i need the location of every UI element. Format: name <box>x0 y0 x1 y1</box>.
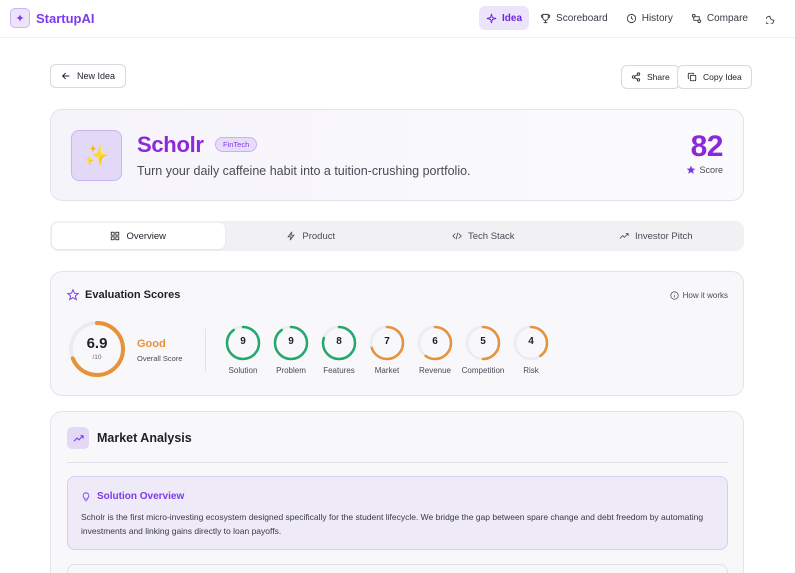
moon-icon <box>765 15 774 24</box>
metric-value: 5 <box>480 336 486 347</box>
trending-up-icon <box>67 427 89 449</box>
main-nav: Idea Scoreboard History Compare <box>479 6 783 30</box>
bolt-icon <box>287 231 296 241</box>
sparkles-icon <box>486 13 497 23</box>
nav-item-scoreboard[interactable]: Scoreboard <box>533 6 615 30</box>
idea-score-label: Score <box>699 165 723 175</box>
brand-name: StartupAI <box>36 10 95 26</box>
idea-hero-card: ✨ Scholr FinTech Turn your daily caffein… <box>50 109 744 201</box>
grid-icon <box>111 231 120 241</box>
top-navigation-bar: ✦ StartupAI Idea Scoreboard History Comp… <box>0 0 795 38</box>
share-icon <box>631 72 641 82</box>
idea-tabs: Overview Product Tech Stack Investor Pit… <box>50 221 744 251</box>
tab-tech-stack[interactable]: Tech Stack <box>397 223 570 249</box>
metric-value: 9 <box>240 336 246 347</box>
star-outline-icon <box>67 289 79 301</box>
idea-tagline: Turn your daily caffeine habit into a tu… <box>137 164 471 178</box>
nav-item-history[interactable]: History <box>619 6 680 30</box>
overall-rating-word: Good <box>137 338 166 350</box>
divider <box>205 329 206 371</box>
trophy-icon <box>540 13 551 23</box>
solution-overview-panel: Solution Overview Scholr is the first mi… <box>67 476 728 550</box>
star-icon <box>687 165 696 174</box>
category-badge: FinTech <box>215 137 258 152</box>
market-analysis-card: Market Analysis Solution Overview Scholr… <box>50 411 744 573</box>
solution-overview-title: Solution Overview <box>97 491 185 502</box>
copy-icon <box>687 72 697 82</box>
history-icon <box>626 13 636 23</box>
share-button[interactable]: Share <box>621 65 680 89</box>
idea-score: 82 Score <box>686 132 723 175</box>
overall-score-ring: 6.9 /10 <box>67 319 127 379</box>
sparkles-icon: ✦ <box>10 8 30 28</box>
idea-title: Scholr <box>137 132 204 157</box>
theme-toggle-button[interactable] <box>759 6 783 30</box>
next-section-card <box>67 564 728 573</box>
tab-investor-pitch[interactable]: Investor Pitch <box>570 223 743 249</box>
overall-score-label: Overall Score <box>137 354 183 363</box>
how-it-works-link[interactable]: How it works <box>670 291 728 300</box>
overall-score-value: 6.9 <box>86 335 108 352</box>
idea-score-value: 82 <box>690 130 724 163</box>
evaluation-header: Evaluation Scores <box>67 289 180 301</box>
evaluation-title: Evaluation Scores <box>85 289 181 301</box>
nav-item-idea[interactable]: Idea <box>479 6 530 30</box>
new-idea-button[interactable]: New Idea <box>50 64 127 88</box>
metric-label: Risk <box>523 366 539 375</box>
lightbulb-icon <box>82 491 90 501</box>
compare-icon <box>691 13 701 23</box>
metric-value: 7 <box>384 336 390 347</box>
metric-value: 4 <box>528 336 534 347</box>
sparkles-icon: ✨ <box>71 130 122 181</box>
tab-product[interactable]: Product <box>225 223 398 249</box>
overall-score-max: /10 <box>92 354 102 361</box>
tab-overview[interactable]: Overview <box>52 223 225 249</box>
metric-value: 8 <box>336 336 342 347</box>
brand[interactable]: ✦ StartupAI <box>10 8 95 28</box>
evaluation-scores-card: Evaluation Scores How it works 6.9 /10 G… <box>50 271 744 396</box>
solution-overview-text: Scholr is the first micro-investing ecos… <box>81 512 704 536</box>
trending-up-icon <box>619 233 629 239</box>
metric-value: 9 <box>288 336 294 347</box>
info-icon <box>670 291 679 300</box>
market-analysis-title: Market Analysis <box>97 431 192 445</box>
code-icon <box>452 232 462 240</box>
arrow-left-icon <box>61 72 70 80</box>
metric-risk: 4 Risk <box>503 325 559 375</box>
nav-item-compare[interactable]: Compare <box>684 6 755 30</box>
metric-value: 6 <box>432 336 438 347</box>
divider <box>67 462 728 463</box>
copy-idea-button[interactable]: Copy Idea <box>677 65 752 89</box>
